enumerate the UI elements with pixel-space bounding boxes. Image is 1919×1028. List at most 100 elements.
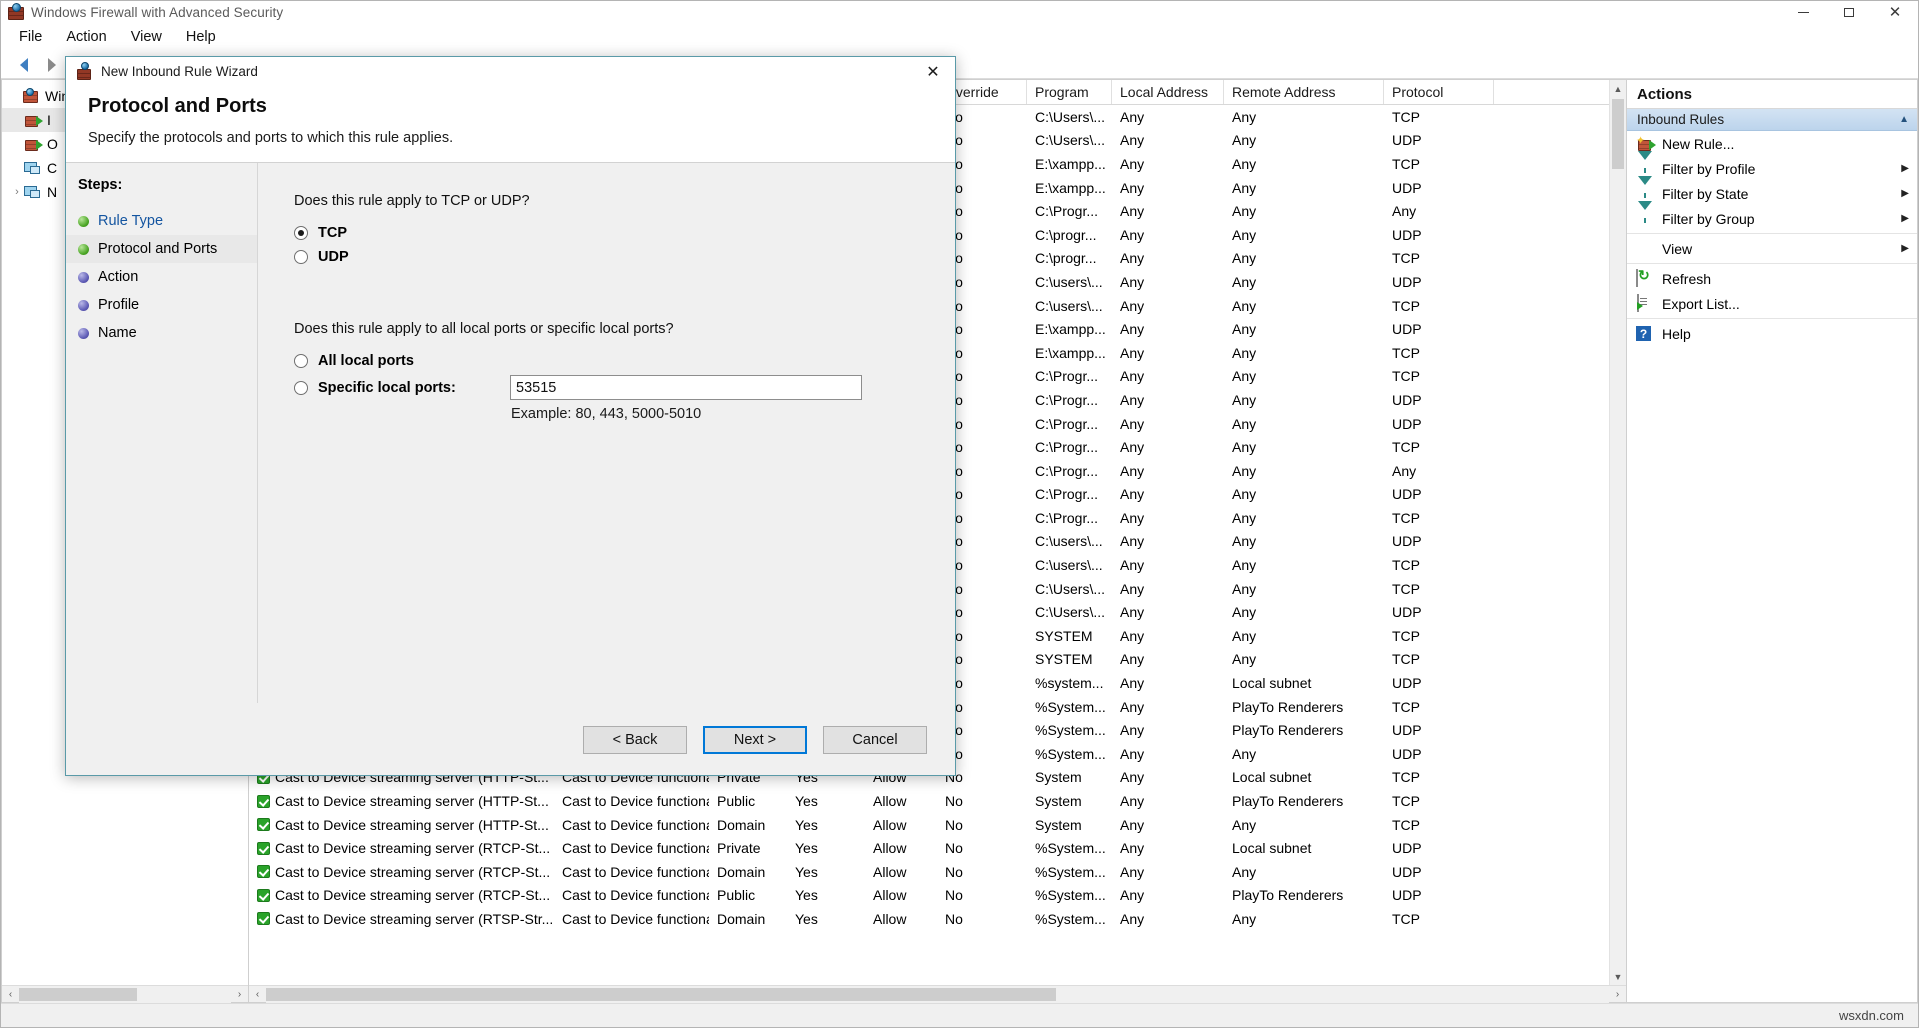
new-rule-icon: ✦ xyxy=(1636,135,1656,152)
steps-label: Steps: xyxy=(78,177,123,193)
wizard-step-name[interactable]: Name xyxy=(66,319,257,347)
cell-profile: Public xyxy=(717,887,756,904)
action-filter-by-profile[interactable]: Filter by Profile ▶ xyxy=(1627,151,1917,181)
radio-all-ports-icon[interactable] xyxy=(294,354,308,368)
rules-horizontal-scrollbar[interactable]: ‹ › xyxy=(249,985,1626,1003)
wizard-step-action[interactable]: Action xyxy=(66,263,257,291)
table-row[interactable]: Cast to Device streaming server (HTTP-St… xyxy=(249,813,1626,837)
column-header[interactable]: Remote Address xyxy=(1224,80,1384,104)
action-view[interactable]: View ▶ xyxy=(1627,236,1917,261)
scroll-right-icon[interactable]: › xyxy=(1609,986,1626,1003)
specific-ports-input[interactable] xyxy=(510,375,862,400)
cell-protocol: TCP xyxy=(1392,509,1420,526)
action-help[interactable]: ? Help xyxy=(1627,321,1917,346)
chevron-right-icon[interactable]: ▶ xyxy=(1901,163,1909,174)
step-label: Rule Type xyxy=(98,213,164,229)
cell-action: Allow xyxy=(873,816,907,833)
cell-enabled: Yes xyxy=(795,840,818,857)
cell-group: Cast to Device functionality xyxy=(562,816,709,833)
cell-local: Any xyxy=(1120,297,1145,314)
cell-program: C:\Progr... xyxy=(1035,439,1099,456)
scroll-track[interactable] xyxy=(266,985,1609,1003)
column-header[interactable]: Program xyxy=(1027,80,1112,104)
table-row[interactable]: Cast to Device streaming server (RTSP-St… xyxy=(249,907,1626,931)
cell-name: Cast to Device streaming server (RTSP-St… xyxy=(249,911,554,927)
cell-action: Allow xyxy=(873,793,907,810)
menu-view[interactable]: View xyxy=(119,25,174,49)
scroll-right-icon[interactable]: › xyxy=(231,986,248,1003)
radio-specific-ports-icon[interactable] xyxy=(294,380,308,395)
tree-expander-monitoring[interactable]: › xyxy=(10,186,24,198)
scroll-left-icon[interactable]: ‹ xyxy=(249,986,266,1003)
cell-local: Any xyxy=(1120,250,1145,267)
action-new-rule[interactable]: ✦ New Rule... xyxy=(1627,131,1917,156)
cell-program: C:\users\... xyxy=(1035,297,1103,314)
cell-override: No xyxy=(945,863,963,880)
action-filter-by-group[interactable]: Filter by Group ▶ xyxy=(1627,201,1917,231)
scroll-down-icon[interactable]: ▼ xyxy=(1610,968,1626,985)
back-button[interactable]: < Back xyxy=(583,725,687,754)
cell-group: Cast to Device functionality xyxy=(562,887,709,904)
vscroll-thumb[interactable] xyxy=(1612,99,1624,169)
cell-remote: Local subnet xyxy=(1232,769,1312,786)
action-filter-by-state[interactable]: Filter by State ▶ xyxy=(1627,176,1917,206)
radio-option-tcp[interactable]: TCP xyxy=(294,225,955,241)
scroll-thumb[interactable] xyxy=(266,987,1056,1001)
scroll-left-icon[interactable]: ‹ xyxy=(2,986,19,1003)
table-row[interactable]: Cast to Device streaming server (RTCP-St… xyxy=(249,836,1626,860)
cell-action: Allow xyxy=(873,863,907,880)
maximize-button[interactable] xyxy=(1826,1,1872,23)
cell-protocol: TCP xyxy=(1392,816,1420,833)
cell-text: Cast to Device streaming server (RTCP-St… xyxy=(275,887,551,904)
forward-button[interactable] xyxy=(35,53,61,77)
wizard-step-protocol-and-ports[interactable]: Protocol and Ports xyxy=(66,235,257,263)
scroll-up-icon[interactable]: ▲ xyxy=(1610,80,1626,97)
radio-option-udp[interactable]: UDP xyxy=(294,249,955,265)
rules-vertical-scrollbar[interactable]: ▲ ▼ xyxy=(1609,80,1626,985)
vscroll-track[interactable] xyxy=(1610,97,1626,968)
chevron-right-icon[interactable]: ▶ xyxy=(1901,213,1909,224)
cell-name: Cast to Device streaming server (RTCP-St… xyxy=(249,887,554,903)
wizard-step-rule-type[interactable]: Rule Type xyxy=(66,207,257,235)
tree-item-label: N xyxy=(47,184,58,200)
back-button[interactable] xyxy=(7,53,33,77)
column-header[interactable]: Local Address xyxy=(1112,80,1224,104)
radio-tcp-icon[interactable] xyxy=(294,226,308,240)
action-export-list[interactable]: Export List... xyxy=(1627,291,1917,316)
cancel-button[interactable]: Cancel xyxy=(823,725,927,754)
step-bullet-icon xyxy=(78,243,89,255)
table-row[interactable]: Cast to Device streaming server (HTTP-St… xyxy=(249,789,1626,813)
chevron-up-icon[interactable]: ▲ xyxy=(1899,114,1909,125)
column-header[interactable]: Protocol xyxy=(1384,80,1494,104)
menu-file[interactable]: File xyxy=(7,25,54,49)
cell-remote: Any xyxy=(1232,533,1257,550)
cell-remote: Any xyxy=(1232,816,1257,833)
enabled-check-icon xyxy=(257,818,270,832)
radio-udp-icon[interactable] xyxy=(294,250,308,264)
scroll-thumb[interactable] xyxy=(19,987,137,1001)
table-row[interactable]: Cast to Device streaming server (RTCP-St… xyxy=(249,884,1626,908)
radio-option-all-local-ports[interactable]: All local ports xyxy=(294,353,955,369)
cell-program: C:\Progr... xyxy=(1035,486,1099,503)
minimize-button[interactable] xyxy=(1780,1,1826,23)
cell-local: Any xyxy=(1120,769,1145,786)
wizard-step-profile[interactable]: Profile xyxy=(66,291,257,319)
action-refresh[interactable]: Refresh xyxy=(1627,266,1917,291)
cell-profile: Public xyxy=(717,793,756,810)
dialog-close-button[interactable]: ✕ xyxy=(911,57,955,87)
menu-help[interactable]: Help xyxy=(174,25,228,49)
tree-horizontal-scrollbar[interactable]: ‹ › xyxy=(2,985,248,1003)
table-row[interactable]: Cast to Device streaming server (RTCP-St… xyxy=(249,860,1626,884)
chevron-right-icon[interactable]: ▶ xyxy=(1901,188,1909,199)
actions-group-inbound-rules[interactable]: Inbound Rules ▲ xyxy=(1627,109,1917,131)
close-button[interactable]: ✕ xyxy=(1872,1,1918,23)
chevron-right-icon[interactable]: ▶ xyxy=(1901,243,1909,254)
action-label: Filter by State xyxy=(1662,185,1749,202)
cell-remote: Any xyxy=(1232,179,1257,196)
cell-protocol: UDP xyxy=(1392,132,1422,149)
export-icon xyxy=(1636,294,1654,312)
menu-action[interactable]: Action xyxy=(54,25,118,49)
next-button[interactable]: Next > xyxy=(703,725,807,754)
scroll-track[interactable] xyxy=(19,985,231,1003)
dialog-body: Steps: Rule Type Protocol and Ports Acti… xyxy=(66,163,955,703)
